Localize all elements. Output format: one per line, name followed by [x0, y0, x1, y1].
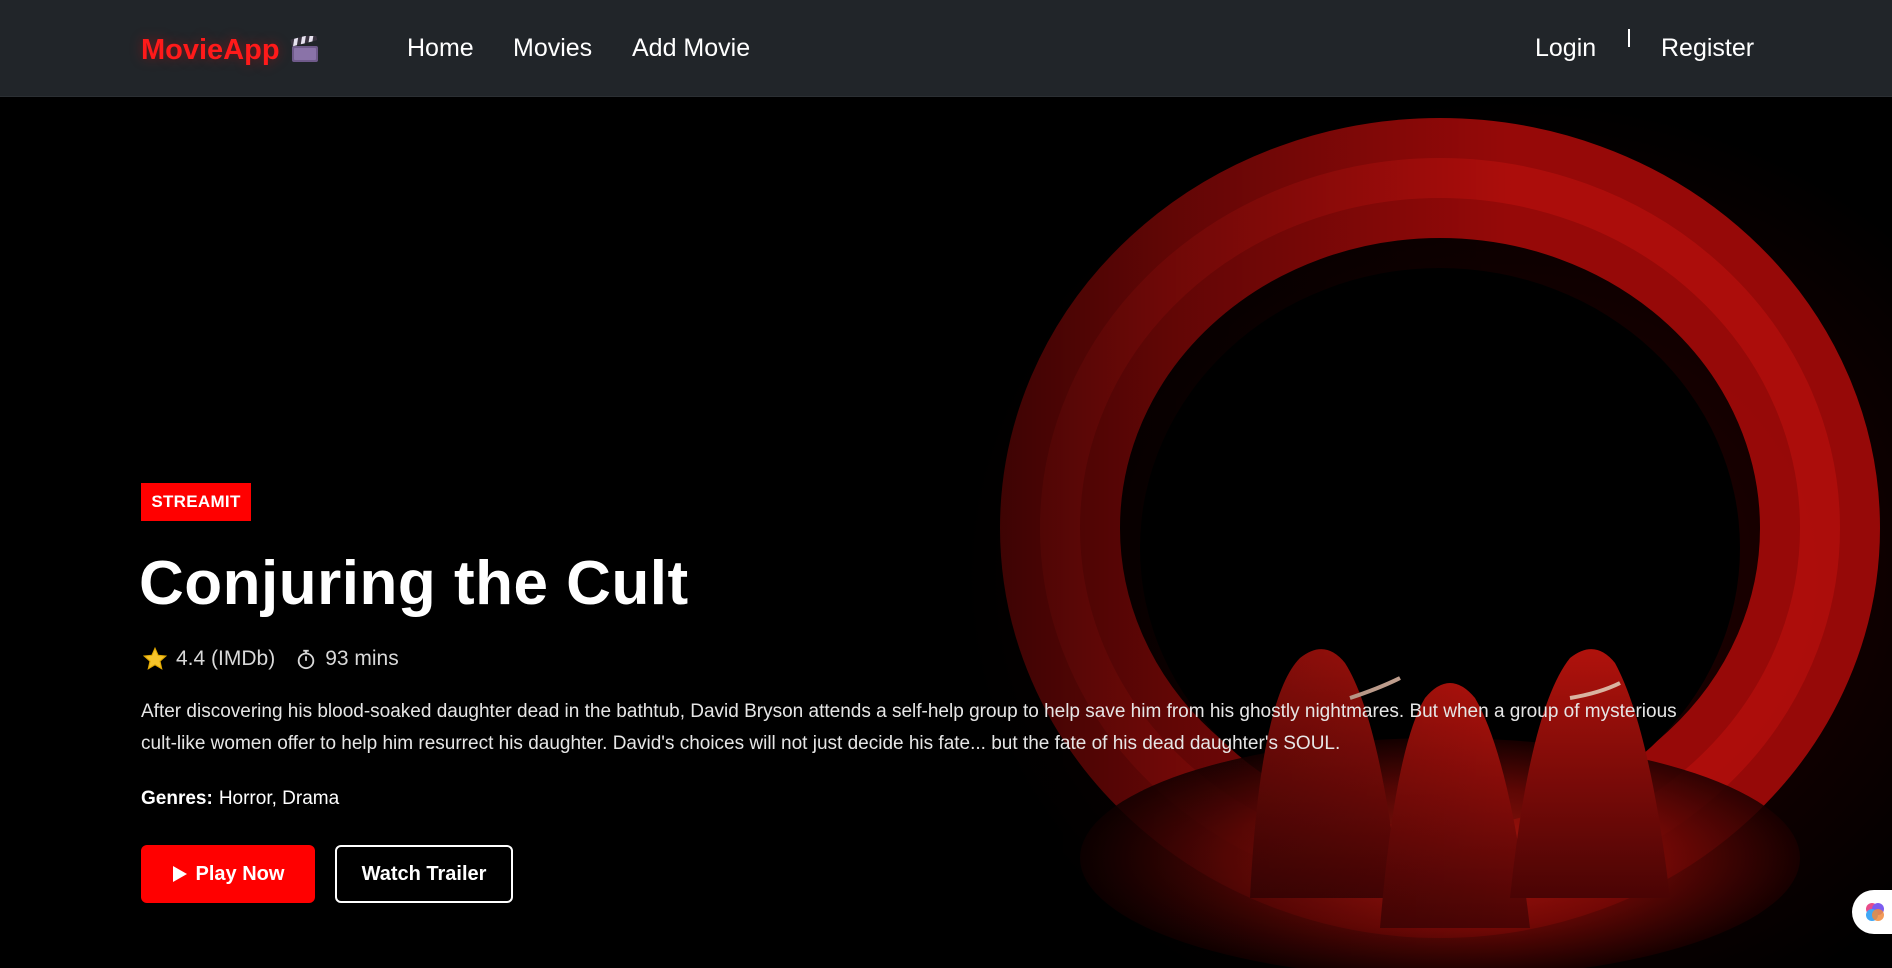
movie-genres: Genres: Horror, Drama [141, 788, 339, 810]
rating: 4.4 (IMDb) [142, 646, 275, 672]
nav-divider [1628, 29, 1630, 47]
stopwatch-icon [295, 648, 317, 670]
brain-icon [1863, 900, 1887, 924]
genres-label: Genres: [141, 788, 213, 809]
rating-value: 4.4 (IMDb) [176, 647, 276, 670]
watch-trailer-button[interactable]: Watch Trailer [335, 845, 513, 903]
nav-movies-link[interactable]: Movies [513, 34, 592, 63]
movie-title: Conjuring the Cult [139, 549, 689, 618]
brand-name: MovieApp [141, 33, 280, 66]
nav-add-movie-link[interactable]: Add Movie [632, 34, 750, 63]
play-now-label: Play Now [195, 862, 285, 885]
nav-home-link[interactable]: Home [407, 34, 474, 63]
nav-register-link[interactable]: Register [1661, 34, 1754, 63]
play-now-button[interactable]: Play Now [141, 845, 315, 903]
assistant-widget[interactable] [1852, 890, 1892, 934]
genres-value: Horror, Drama [218, 788, 340, 809]
hero-banner: STREAMIT Conjuring the Cult 4.4 (IMDb) 9… [0, 98, 1892, 968]
duration-value: 93 mins [325, 647, 399, 670]
clapperboard-icon [290, 33, 320, 64]
movie-meta: 4.4 (IMDb) 93 mins [142, 646, 399, 672]
streamit-badge: STREAMIT [141, 483, 251, 521]
brand-logo[interactable]: MovieApp [141, 30, 320, 70]
duration: 93 mins [295, 647, 399, 671]
movie-description: After discovering his blood-soaked daugh… [141, 701, 1677, 754]
nav-login-link[interactable]: Login [1535, 34, 1596, 63]
star-icon [142, 646, 168, 672]
navbar: MovieApp Home Movies Add Movie Login Reg… [0, 0, 1892, 97]
play-icon [172, 865, 188, 883]
hero-gradient-overlay [0, 98, 1892, 968]
